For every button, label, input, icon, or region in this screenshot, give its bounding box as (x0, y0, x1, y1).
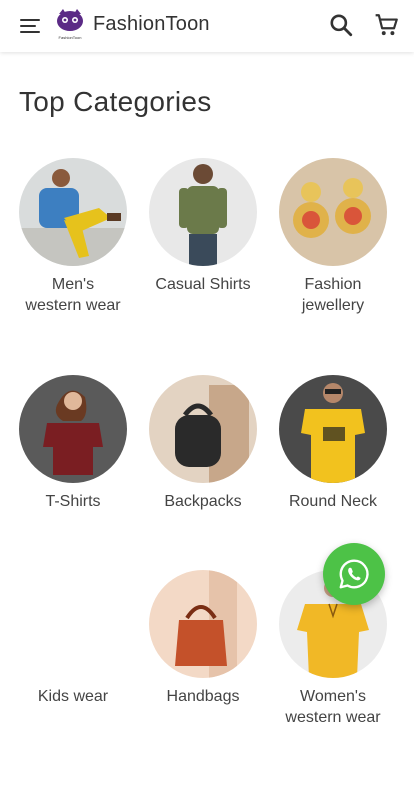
backpacks-photo (149, 375, 257, 483)
category-label: T-Shirts (45, 493, 101, 510)
category-label: Men's western wear (25, 276, 121, 314)
category-casual-shirts[interactable]: Casual Shirts (138, 158, 268, 295)
category-label: Backpacks (164, 493, 242, 510)
mens-western-wear-photo (19, 158, 127, 266)
fashion-jewellery-photo (279, 158, 387, 266)
whatsapp-chat-button[interactable] (323, 543, 385, 605)
category-label: Casual Shirts (155, 276, 251, 293)
category-fashion-jewellery[interactable]: Fashion jewellery (268, 158, 398, 316)
t-shirts-photo (19, 375, 127, 483)
categories-grid: Men's western wear Casual Shirts Fashion… (0, 0, 414, 800)
category-label: Handbags (166, 688, 240, 705)
handbags-photo (149, 570, 257, 678)
category-backpacks[interactable]: Backpacks (138, 375, 268, 512)
category-t-shirts[interactable]: T-Shirts (8, 375, 138, 512)
round-neck-photo (279, 375, 387, 483)
category-label: Fashion jewellery (301, 276, 365, 314)
category-label: Round Neck (288, 493, 378, 510)
casual-shirts-photo (149, 158, 257, 266)
category-handbags[interactable]: Handbags (138, 570, 268, 707)
kids-wear-photo-placeholder (19, 570, 127, 678)
category-round-neck[interactable]: Round Neck (268, 375, 398, 512)
whatsapp-icon (339, 559, 369, 589)
category-label: Kids wear (37, 688, 109, 705)
category-label: Women's western wear (285, 688, 381, 726)
category-mens-western-wear[interactable]: Men's western wear (8, 158, 138, 316)
category-kids-wear[interactable]: Kids wear (8, 570, 138, 707)
